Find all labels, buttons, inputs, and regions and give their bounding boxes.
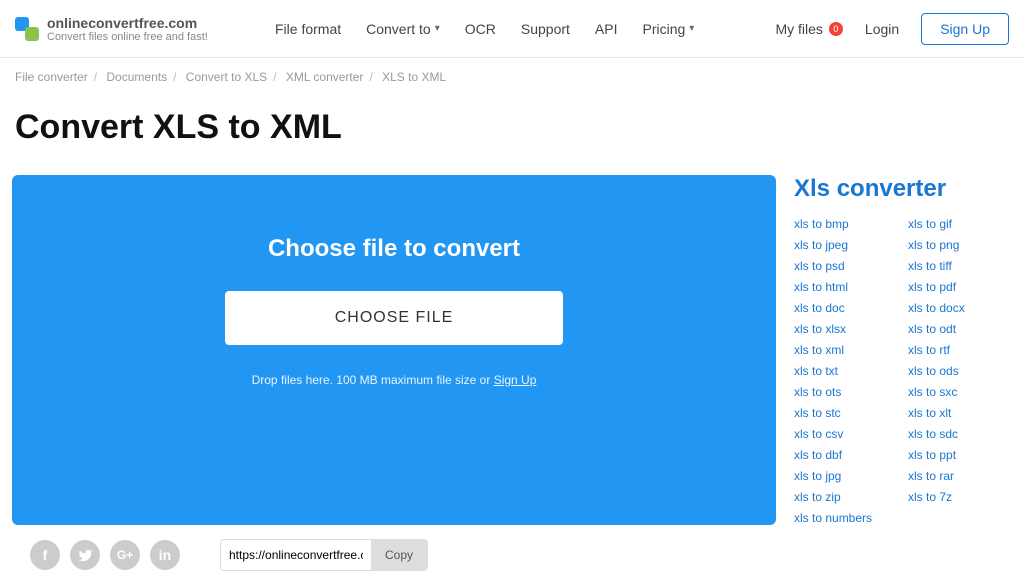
breadcrumb-item[interactable]: File converter bbox=[15, 70, 88, 84]
converter-link[interactable]: xls to tiff bbox=[908, 259, 1012, 273]
share-url-input[interactable] bbox=[221, 541, 371, 569]
breadcrumb-item[interactable]: XML converter bbox=[286, 70, 364, 84]
breadcrumb-current: XLS to XML bbox=[382, 70, 446, 84]
converter-link[interactable]: xls to bmp bbox=[794, 217, 898, 231]
converter-link[interactable]: xls to csv bbox=[794, 427, 898, 441]
nav-ocr[interactable]: OCR bbox=[465, 21, 496, 37]
converter-link[interactable]: xls to zip bbox=[794, 490, 898, 504]
converter-link[interactable]: xls to odt bbox=[908, 322, 1012, 336]
converter-link[interactable]: xls to ods bbox=[908, 364, 1012, 378]
header-right: My files 0 Login Sign Up bbox=[775, 13, 1009, 45]
nav-file-format[interactable]: File format bbox=[275, 21, 341, 37]
logo-icon bbox=[15, 17, 39, 41]
share-url-group: Copy bbox=[220, 539, 428, 571]
page-title: Convert XLS to XML bbox=[0, 92, 1024, 175]
converter-link[interactable]: xls to pdf bbox=[908, 280, 1012, 294]
converter-sidebar: Xls converter xls to bmp xls to jpeg xls t… bbox=[794, 175, 1012, 525]
signup-button[interactable]: Sign Up bbox=[921, 13, 1009, 45]
converter-link[interactable]: xls to ots bbox=[794, 385, 898, 399]
nav-api[interactable]: API bbox=[595, 21, 618, 37]
converter-link[interactable]: xls to numbers bbox=[794, 511, 898, 525]
upload-panel: Choose file to convert CHOOSE FILE Drop … bbox=[12, 175, 776, 525]
chevron-down-icon: ▾ bbox=[689, 23, 694, 34]
converter-link[interactable]: xls to 7z bbox=[908, 490, 1012, 504]
my-files-link[interactable]: My files 0 bbox=[775, 21, 842, 37]
converter-link[interactable]: xls to xlt bbox=[908, 406, 1012, 420]
converter-link[interactable]: xls to xlsx bbox=[794, 322, 898, 336]
converter-link[interactable]: xls to gif bbox=[908, 217, 1012, 231]
converter-link[interactable]: xls to jpg bbox=[794, 469, 898, 483]
header: onlineconvertfree.com Convert files onli… bbox=[0, 0, 1024, 58]
converter-link[interactable]: xls to dbf bbox=[794, 448, 898, 462]
nav-pricing[interactable]: Pricing▾ bbox=[643, 21, 695, 37]
nav-support[interactable]: Support bbox=[521, 21, 570, 37]
main-nav: File format Convert to▾ OCR Support API … bbox=[275, 21, 694, 37]
nav-convert-to[interactable]: Convert to▾ bbox=[366, 21, 440, 37]
share-bar: f G+ in Copy bbox=[0, 525, 1024, 581]
converter-link[interactable]: xls to psd bbox=[794, 259, 898, 273]
converter-link[interactable]: xls to xml bbox=[794, 343, 898, 357]
converter-link[interactable]: xls to jpeg bbox=[794, 238, 898, 252]
choose-file-button[interactable]: CHOOSE FILE bbox=[225, 291, 564, 345]
brand-name: onlineconvertfree.com bbox=[47, 15, 208, 31]
converter-link[interactable]: xls to doc bbox=[794, 301, 898, 315]
converter-link[interactable]: xls to png bbox=[908, 238, 1012, 252]
converter-link[interactable]: xls to txt bbox=[794, 364, 898, 378]
signup-inline-link[interactable]: Sign Up bbox=[494, 373, 537, 387]
sidebar-title: Xls converter bbox=[794, 175, 1012, 203]
breadcrumb-item[interactable]: Documents bbox=[106, 70, 167, 84]
upload-title: Choose file to convert bbox=[268, 235, 520, 263]
converter-link[interactable]: xls to ppt bbox=[908, 448, 1012, 462]
breadcrumb: File converter/ Documents/ Convert to XL… bbox=[0, 58, 1024, 92]
upload-hint: Drop files here. 100 MB maximum file siz… bbox=[252, 373, 537, 387]
converter-link[interactable]: xls to sxc bbox=[908, 385, 1012, 399]
converter-link[interactable]: xls to docx bbox=[908, 301, 1012, 315]
logo[interactable]: onlineconvertfree.com Convert files onli… bbox=[15, 15, 245, 43]
brand-tagline: Convert files online free and fast! bbox=[47, 31, 208, 43]
converter-link[interactable]: xls to sdc bbox=[908, 427, 1012, 441]
converter-link[interactable]: xls to rtf bbox=[908, 343, 1012, 357]
login-link[interactable]: Login bbox=[865, 21, 899, 37]
files-count-badge: 0 bbox=[829, 22, 843, 36]
converter-link[interactable]: xls to stc bbox=[794, 406, 898, 420]
breadcrumb-item[interactable]: Convert to XLS bbox=[186, 70, 267, 84]
chevron-down-icon: ▾ bbox=[435, 23, 440, 34]
converter-link[interactable]: xls to rar bbox=[908, 469, 1012, 483]
converter-link[interactable]: xls to html bbox=[794, 280, 898, 294]
